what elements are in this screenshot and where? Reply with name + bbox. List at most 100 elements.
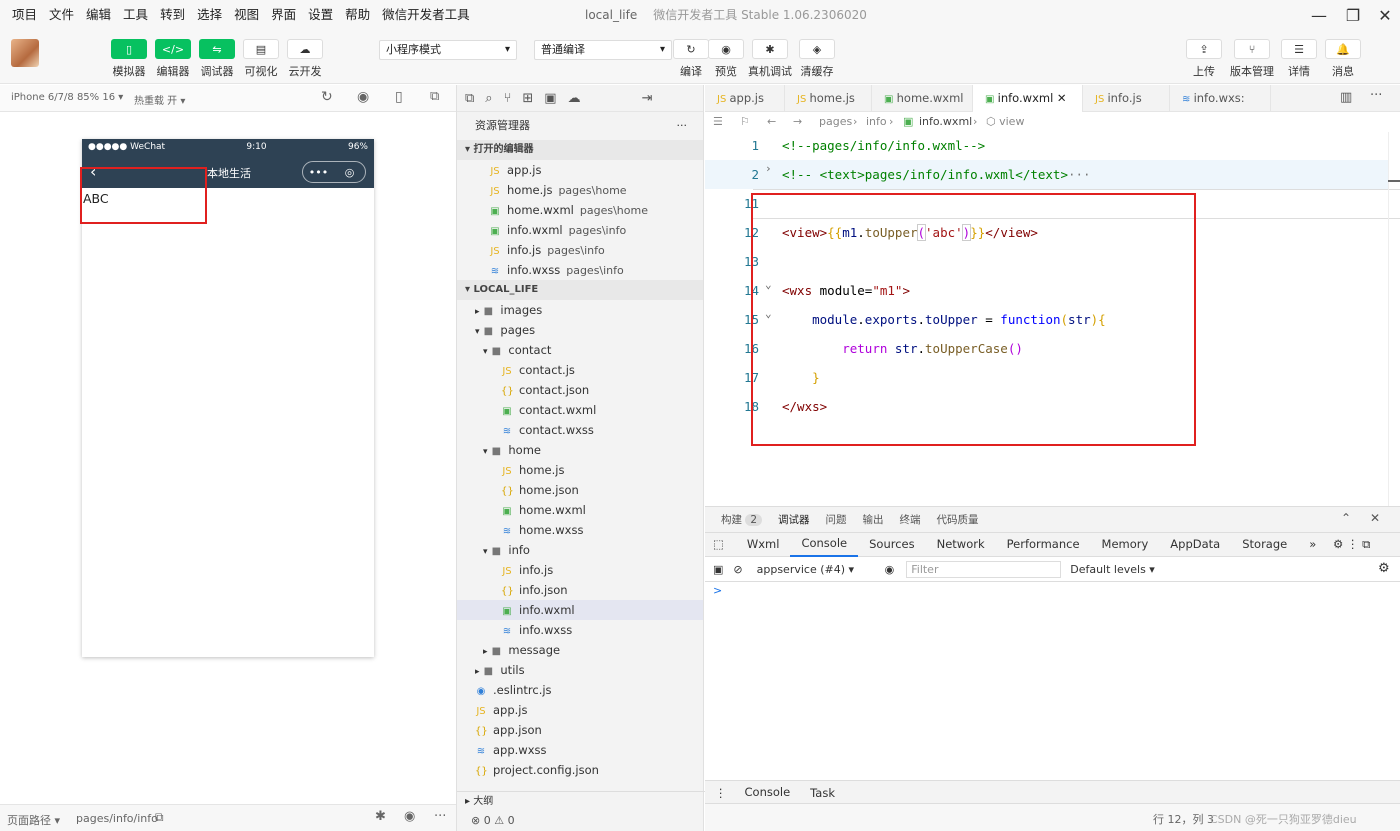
copy-icon[interactable]: ⧉ bbox=[155, 810, 164, 825]
avatar[interactable] bbox=[11, 39, 39, 67]
bookmark-icon[interactable]: ⚐ bbox=[740, 112, 750, 132]
split-editor-icon[interactable]: ▥ bbox=[1340, 90, 1352, 105]
menu-item[interactable]: 微信开发者工具 bbox=[376, 0, 476, 30]
open-editor-item[interactable]: ▣ info.wxml pages\info bbox=[457, 220, 703, 240]
outline-header[interactable]: ▸ 大纲 bbox=[457, 791, 705, 811]
mode-select[interactable]: 小程序模式 bbox=[379, 40, 517, 60]
action-button-2[interactable]: ✱ 真机调试 bbox=[748, 39, 792, 79]
page-path-label[interactable]: 页面路径 ▾ bbox=[7, 812, 60, 828]
file-item[interactable]: {} home.json bbox=[457, 480, 703, 500]
open-editor-item[interactable]: JS home.js pages\home bbox=[457, 180, 703, 200]
panel-button-2[interactable]: ⇋ 调试器 bbox=[199, 39, 235, 79]
stop-icon[interactable]: ◉ bbox=[357, 89, 369, 105]
devtools-tab[interactable]: AppData bbox=[1159, 533, 1231, 556]
sidebar-icon[interactable]: ▣ bbox=[705, 563, 729, 576]
file-item[interactable]: ≋ home.wxss bbox=[457, 520, 703, 540]
panel-button-0[interactable]: ▯ 模拟器 bbox=[111, 39, 147, 79]
panel-button-3[interactable]: ▤ 可视化 bbox=[243, 39, 279, 79]
menu-item[interactable]: 设置 bbox=[302, 0, 339, 30]
editor-tab[interactable]: JS info.js bbox=[1083, 85, 1170, 112]
file-item[interactable]: {} info.json bbox=[457, 580, 703, 600]
debug-icon[interactable]: ▣ bbox=[544, 91, 556, 106]
compile-select[interactable]: 普通编译 bbox=[534, 40, 672, 60]
open-editors-header[interactable]: ▾ 打开的编辑器 bbox=[457, 140, 703, 160]
folder-item[interactable]: ▾ ■ contact bbox=[457, 340, 703, 360]
menu-item[interactable]: 帮助 bbox=[339, 0, 376, 30]
devtools-tab[interactable]: Console bbox=[790, 532, 859, 557]
right-button-3[interactable]: 🔔 消息 bbox=[1325, 39, 1361, 79]
file-item[interactable]: ≋ contact.wxss bbox=[457, 420, 703, 440]
inspect-icon[interactable]: ⬚ bbox=[705, 533, 736, 556]
cloud-icon[interactable]: ☁ bbox=[568, 91, 581, 106]
menu-item[interactable]: 工具 bbox=[117, 0, 154, 30]
action-button-3[interactable]: ◈ 清缓存 bbox=[799, 39, 835, 79]
menu-icon[interactable]: ⋮ bbox=[705, 786, 735, 800]
open-editor-item[interactable]: ▣ home.wxml pages\home bbox=[457, 200, 703, 220]
devtools-tab[interactable]: Network bbox=[926, 533, 996, 556]
files-icon[interactable]: ⧉ bbox=[465, 91, 474, 106]
layout-icon[interactable]: ⇥ bbox=[642, 91, 653, 106]
file-item[interactable]: ◉ .eslintrc.js bbox=[457, 680, 703, 700]
phone-icon[interactable]: ▯ bbox=[395, 89, 403, 105]
crumb-pages[interactable]: pages bbox=[819, 112, 852, 132]
refresh-icon[interactable]: ↻ bbox=[321, 89, 333, 105]
project-header[interactable]: ▾ LOCAL_LIFE bbox=[457, 280, 703, 300]
folder-item[interactable]: ▾ ■ pages bbox=[457, 320, 703, 340]
chevron-icon[interactable]: ▸ bbox=[475, 667, 482, 677]
crumb-view[interactable]: ⬡ view bbox=[986, 112, 1024, 132]
close-tab-icon[interactable]: ✕ bbox=[1053, 91, 1067, 105]
devtools-tab[interactable]: Wxml bbox=[736, 533, 791, 556]
editor-tab[interactable]: ▣ info.wxml ✕ bbox=[973, 85, 1083, 112]
devtools-tab[interactable]: Memory bbox=[1091, 533, 1160, 556]
levels-select[interactable]: Default levels ▾ bbox=[1061, 563, 1155, 576]
right-button-2[interactable]: ☰ 详情 bbox=[1281, 39, 1317, 79]
tab-console[interactable]: Console bbox=[734, 781, 801, 805]
cursor-position[interactable]: 行 12，列 3 bbox=[1153, 811, 1214, 827]
menu-item[interactable]: 视图 bbox=[228, 0, 265, 30]
crumb-info[interactable]: info bbox=[866, 112, 887, 132]
menu-item[interactable]: 文件 bbox=[43, 0, 80, 30]
tab-debugger[interactable]: 调试器 bbox=[778, 512, 810, 527]
tab-terminal[interactable]: 终端 bbox=[900, 512, 921, 527]
action-button-1[interactable]: ◉ 预览 bbox=[708, 39, 744, 79]
editor-tab[interactable]: ▣ home.wxml bbox=[872, 85, 973, 112]
clear-icon[interactable]: ⊘ bbox=[729, 563, 756, 576]
chevron-icon[interactable]: ▾ bbox=[483, 447, 490, 457]
panel-button-1[interactable]: </> 编辑器 bbox=[155, 39, 191, 79]
more-icon[interactable]: ··· bbox=[1370, 88, 1382, 103]
tab-build[interactable]: 构建 2 bbox=[721, 512, 763, 527]
open-editor-item[interactable]: ≋ info.wxss pages\info bbox=[457, 260, 703, 280]
forward-icon[interactable]: → bbox=[793, 112, 802, 132]
collapse-icon[interactable]: ⌃ bbox=[1341, 511, 1351, 525]
settings-icon[interactable]: ⚙ bbox=[1378, 561, 1390, 576]
open-editor-item[interactable]: JS app.js bbox=[457, 160, 703, 180]
file-item[interactable]: ▣ contact.wxml bbox=[457, 400, 703, 420]
device-select[interactable]: iPhone 6/7/8 85% 16 ▾ bbox=[11, 92, 123, 103]
file-item[interactable]: ▣ info.wxml bbox=[457, 600, 703, 620]
folder-item[interactable]: ▸ ■ message bbox=[457, 640, 703, 660]
file-item[interactable]: JS contact.js bbox=[457, 360, 703, 380]
tab-task[interactable]: Task bbox=[800, 786, 845, 800]
more-icon[interactable]: ••• bbox=[303, 162, 334, 182]
filter-input[interactable]: Filter bbox=[906, 560, 1062, 578]
folder-item[interactable]: ▸ ■ utils bbox=[457, 660, 703, 680]
devtools-tab[interactable]: Storage bbox=[1231, 533, 1298, 556]
capsule-menu[interactable]: ••• ◎ bbox=[302, 161, 366, 183]
eye-icon[interactable]: ◉ bbox=[404, 809, 415, 824]
file-item[interactable]: JS app.js bbox=[457, 700, 703, 720]
folder-item[interactable]: ▾ ■ home bbox=[457, 440, 703, 460]
list-icon[interactable]: ☰ bbox=[713, 112, 723, 132]
close-mini-icon[interactable]: ◎ bbox=[334, 162, 365, 182]
chevron-icon[interactable]: ▸ bbox=[475, 307, 482, 317]
context-select[interactable]: appservice (#4) ▾ bbox=[757, 563, 881, 576]
action-button-0[interactable]: ↻ 编译 bbox=[673, 39, 709, 79]
menu-item[interactable]: 项目 bbox=[6, 0, 43, 30]
devtools-tab[interactable]: Performance bbox=[996, 533, 1091, 556]
minimize-icon[interactable]: — bbox=[1302, 0, 1336, 30]
hot-reload-toggle[interactable]: 热重载 开 ▾ bbox=[134, 92, 185, 107]
file-item[interactable]: {} contact.json bbox=[457, 380, 703, 400]
file-item[interactable]: ▣ home.wxml bbox=[457, 500, 703, 520]
panel-button-4[interactable]: ☁ 云开发 bbox=[287, 39, 323, 79]
editor-tab[interactable]: ≋ info.wxs: bbox=[1170, 85, 1271, 112]
menu-item[interactable]: 界面 bbox=[265, 0, 302, 30]
